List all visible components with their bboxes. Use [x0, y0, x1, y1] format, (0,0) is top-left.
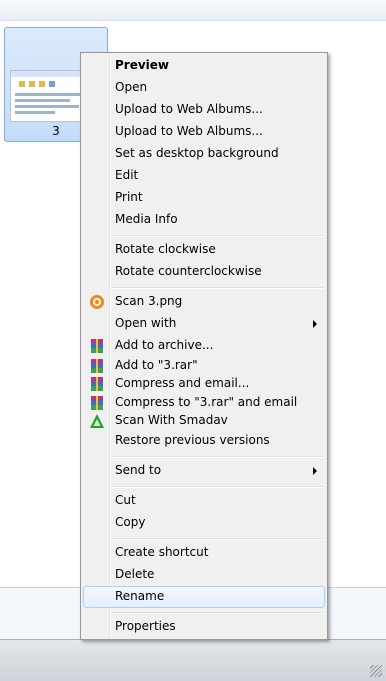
- menu-item-cut[interactable]: Cut: [83, 490, 325, 512]
- menu-item-add-to-archive[interactable]: Add to archive...: [83, 335, 325, 357]
- menu-item-scan-with-smadav[interactable]: Scan With Smadav: [83, 410, 325, 432]
- submenu-arrow-icon: [313, 467, 317, 475]
- menu-item-label: Restore previous versions: [115, 433, 270, 447]
- winrar-icon: [91, 377, 103, 391]
- avast-scan-icon: [90, 295, 104, 309]
- submenu-arrow-icon: [313, 320, 317, 328]
- menu-item-label: Add to archive...: [115, 338, 214, 352]
- menu-item-label: Upload to Web Albums...: [115, 102, 263, 116]
- menu-item-set-desktop-background[interactable]: Set as desktop background: [83, 143, 325, 165]
- menu-item-rotate-clockwise[interactable]: Rotate clockwise: [83, 239, 325, 261]
- status-bar: [0, 639, 386, 681]
- menu-item-label: Rotate counterclockwise: [115, 264, 262, 278]
- menu-separator: [111, 235, 323, 237]
- menu-item-create-shortcut[interactable]: Create shortcut: [83, 542, 325, 564]
- menu-item-upload-web-albums-2[interactable]: Upload to Web Albums...: [83, 121, 325, 143]
- menu-separator: [111, 287, 323, 289]
- menu-item-label: Add to "3.rar": [115, 358, 198, 372]
- menu-item-label: Cut: [115, 493, 136, 507]
- menu-item-scan-file[interactable]: Scan 3.png: [83, 291, 325, 313]
- menu-separator: [111, 538, 323, 540]
- menu-item-label: Edit: [115, 168, 139, 182]
- menu-item-properties[interactable]: Properties: [83, 616, 325, 638]
- menu-item-label: Copy: [115, 515, 146, 529]
- menu-item-open-with[interactable]: Open with: [83, 313, 325, 335]
- menu-item-label: Upload to Web Albums...: [115, 124, 263, 138]
- menu-item-delete[interactable]: Delete: [83, 564, 325, 586]
- menu-item-upload-web-albums-1[interactable]: Upload to Web Albums...: [83, 99, 325, 121]
- menu-item-label: Compress and email...: [115, 376, 250, 390]
- menu-item-label: Scan 3.png: [115, 294, 183, 308]
- context-menu: Preview Open Upload to Web Albums... Upl…: [80, 52, 328, 640]
- menu-item-rename[interactable]: Rename: [83, 586, 325, 608]
- menu-item-edit[interactable]: Edit: [83, 165, 325, 187]
- menu-item-label: Preview: [115, 58, 170, 72]
- explorer-top-strip: [0, 0, 386, 21]
- menu-item-label: Print: [115, 190, 143, 204]
- menu-item-label: Rotate clockwise: [115, 242, 216, 256]
- winrar-icon: [91, 359, 103, 373]
- menu-item-label: Send to: [115, 463, 162, 477]
- menu-item-label: Create shortcut: [115, 545, 209, 559]
- winrar-icon: [91, 339, 103, 353]
- menu-item-rotate-counterclockwise[interactable]: Rotate counterclockwise: [83, 261, 325, 283]
- menu-item-label: Rename: [115, 589, 165, 603]
- menu-item-media-info[interactable]: Media Info: [83, 209, 325, 231]
- resize-grip[interactable]: [370, 665, 382, 677]
- winrar-icon: [91, 396, 103, 410]
- menu-separator: [111, 456, 323, 458]
- menu-item-send-to[interactable]: Send to: [83, 460, 325, 482]
- menu-item-preview[interactable]: Preview: [83, 55, 325, 77]
- menu-item-label: Open: [115, 80, 148, 94]
- menu-separator: [111, 612, 323, 614]
- menu-item-restore-previous-versions[interactable]: Restore previous versions: [83, 430, 325, 452]
- menu-item-copy[interactable]: Copy: [83, 512, 325, 534]
- menu-separator: [111, 486, 323, 488]
- menu-item-open[interactable]: Open: [83, 77, 325, 99]
- menu-item-label: Scan With Smadav: [115, 413, 228, 427]
- menu-item-label: Properties: [115, 619, 176, 633]
- menu-item-label: Set as desktop background: [115, 146, 279, 160]
- menu-item-label: Compress to "3.rar" and email: [115, 395, 298, 409]
- menu-item-label: Delete: [115, 567, 155, 581]
- menu-item-label: Media Info: [115, 212, 178, 226]
- menu-item-label: Open with: [115, 316, 177, 330]
- smadav-icon: [90, 414, 104, 428]
- menu-item-print[interactable]: Print: [83, 187, 325, 209]
